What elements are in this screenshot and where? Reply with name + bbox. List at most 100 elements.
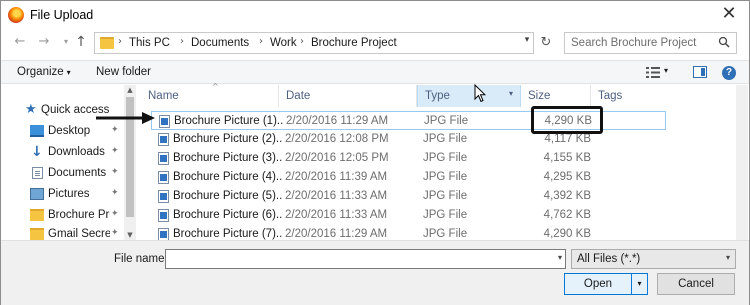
file-name: Brochure Picture (3).... [173, 152, 283, 164]
recent-locations-chevron-icon[interactable]: ▾ [58, 34, 74, 50]
preview-pane-icon[interactable] [693, 66, 707, 78]
chevron-down-icon: ▾ [66, 68, 71, 77]
file-name: Brochure Picture (1).... [174, 115, 284, 127]
column-filter-chevron-icon[interactable]: ▾ [509, 89, 513, 98]
address-dropdown-chevron-icon[interactable]: ▾ [519, 29, 535, 51]
new-folder-button[interactable]: New folder [96, 66, 151, 78]
back-arrow-icon[interactable]: ← [12, 34, 28, 50]
jpg-file-icon [158, 190, 169, 203]
folder-icon [100, 37, 114, 49]
search-icon[interactable] [718, 36, 730, 48]
search-box [564, 32, 737, 54]
file-name: Brochure Picture (5).... [173, 190, 283, 202]
file-date: 2/20/2016 11:29 AM [285, 228, 388, 240]
pin-icon[interactable]: ✦ [111, 188, 119, 198]
column-header-label: Type [425, 90, 450, 102]
address-bar[interactable]: › This PC › Documents › Work › Brochure … [94, 32, 534, 54]
column-header-date[interactable]: Date [279, 85, 417, 107]
file-name: Brochure Picture (6).... [173, 209, 283, 221]
navigation-scrollbar[interactable]: ▲ ▼ [124, 85, 136, 240]
file-name: Brochure Picture (4).... [173, 171, 283, 183]
sidebar-item-label: Gmail Secrets [48, 228, 110, 240]
pin-icon[interactable]: ✦ [111, 209, 119, 219]
jpg-file-icon [159, 115, 170, 128]
chevron-down-icon[interactable]: ▾ [558, 253, 562, 262]
column-header-type[interactable]: Type ▾ [417, 85, 521, 107]
cancel-button[interactable]: Cancel [657, 273, 735, 295]
breadcrumb-this-pc[interactable]: This PC [129, 37, 170, 49]
sidebar-item-pictures[interactable]: Pictures ✦ [1, 185, 123, 205]
file-size: 4,117 KB [544, 133, 591, 145]
scroll-down-icon[interactable]: ▼ [124, 230, 136, 240]
file-row[interactable]: Brochure Picture (2).... 2/20/2016 12:08… [151, 130, 666, 149]
column-header-name[interactable]: Name ^ [141, 82, 279, 107]
jpg-file-icon [158, 133, 169, 146]
file-name: Brochure Picture (2).... [173, 133, 283, 145]
file-row[interactable]: Brochure Picture (1).... 2/20/2016 11:29… [151, 111, 666, 130]
sidebar-item-downloads[interactable]: ↓ Downloads ✦ [1, 143, 123, 163]
file-type: JPG File [423, 209, 468, 221]
mouse-cursor-icon [474, 84, 486, 103]
file-list-scrollbar[interactable] [736, 85, 748, 240]
file-date: 2/20/2016 11:33 AM [285, 190, 388, 202]
open-options-chevron-icon[interactable]: ▾ [631, 274, 647, 294]
scroll-up-icon[interactable]: ▲ [124, 85, 136, 95]
search-input[interactable] [565, 33, 711, 53]
folder-icon [30, 228, 44, 240]
desktop-icon [30, 125, 44, 137]
file-row[interactable]: Brochure Picture (3).... 2/20/2016 12:05… [151, 149, 666, 168]
sidebar-item-desktop[interactable]: Desktop ✦ [1, 122, 123, 142]
file-type-filter-select[interactable]: All Files (*.*) ▾ [571, 249, 736, 269]
help-icon[interactable]: ? [722, 66, 736, 80]
star-icon: ★ [25, 102, 37, 117]
pin-icon[interactable]: ✦ [111, 167, 119, 177]
file-size: 4,762 KB [543, 209, 591, 221]
file-row[interactable]: Brochure Picture (4).... 2/20/2016 11:39… [151, 168, 666, 187]
view-options-chevron-icon[interactable]: ▾ [664, 66, 668, 75]
file-date: 2/20/2016 11:39 AM [285, 171, 388, 183]
column-header-label: Date [286, 90, 311, 102]
jpg-file-icon [158, 209, 169, 222]
sort-ascending-icon: ^ [212, 82, 219, 91]
sidebar-item-label: Desktop [48, 125, 91, 137]
refresh-icon[interactable]: ↻ [536, 32, 556, 54]
file-date: 2/20/2016 11:29 AM [286, 115, 389, 127]
pin-icon[interactable]: ✦ [111, 228, 119, 238]
file-type: JPG File [423, 190, 468, 202]
pin-icon[interactable]: ✦ [111, 146, 119, 156]
file-size: 4,155 KB [543, 152, 591, 164]
file-type: JPG File [423, 133, 468, 145]
file-name-field[interactable]: ▾ [165, 249, 566, 269]
open-button[interactable]: Open ▾ [564, 273, 648, 295]
file-name-label: File name: [114, 253, 168, 265]
file-row[interactable]: Brochure Picture (7).... 2/20/2016 11:29… [151, 225, 666, 240]
breadcrumb-separator-icon: › [300, 36, 304, 47]
organize-menu-button[interactable]: Organize ▾ [17, 66, 71, 78]
column-header-label: Size [528, 90, 551, 102]
jpg-file-icon [158, 152, 169, 165]
jpg-file-icon [158, 228, 169, 240]
forward-arrow-icon[interactable]: → [36, 34, 52, 50]
file-row[interactable]: Brochure Picture (5).... 2/20/2016 11:33… [151, 187, 666, 206]
column-header-size[interactable]: Size [521, 85, 591, 107]
sidebar-item-label: Documents [48, 167, 107, 179]
breadcrumb-work[interactable]: Work [270, 37, 297, 49]
column-header-label: Name [148, 90, 179, 102]
up-arrow-icon[interactable]: ↑ [73, 34, 89, 50]
sidebar-item-brochure-project[interactable]: Brochure Pro ✦ [1, 206, 123, 226]
breadcrumb-brochure-project[interactable]: Brochure Project [311, 37, 397, 49]
downloads-icon: ↓ [31, 144, 43, 160]
file-type: JPG File [423, 152, 468, 164]
file-name-bar: File name: ▾ All Files (*.*) ▾ Open ▾ Ca… [1, 240, 749, 305]
pin-icon[interactable]: ✦ [111, 125, 119, 135]
column-header-tags[interactable]: Tags [591, 85, 671, 107]
firefox-icon [8, 7, 24, 23]
close-button[interactable]: ✕ [715, 3, 743, 25]
sidebar-item-documents[interactable]: Documents ✦ [1, 164, 123, 184]
breadcrumb-documents[interactable]: Documents [191, 37, 249, 49]
change-view-icon[interactable] [646, 67, 660, 78]
command-toolbar: Organize ▾ New folder ▾ ? [1, 60, 749, 84]
chevron-down-icon: ▾ [725, 253, 730, 262]
file-row[interactable]: Brochure Picture (6).... 2/20/2016 11:33… [151, 206, 666, 225]
file-size: 4,290 KB [543, 228, 591, 240]
